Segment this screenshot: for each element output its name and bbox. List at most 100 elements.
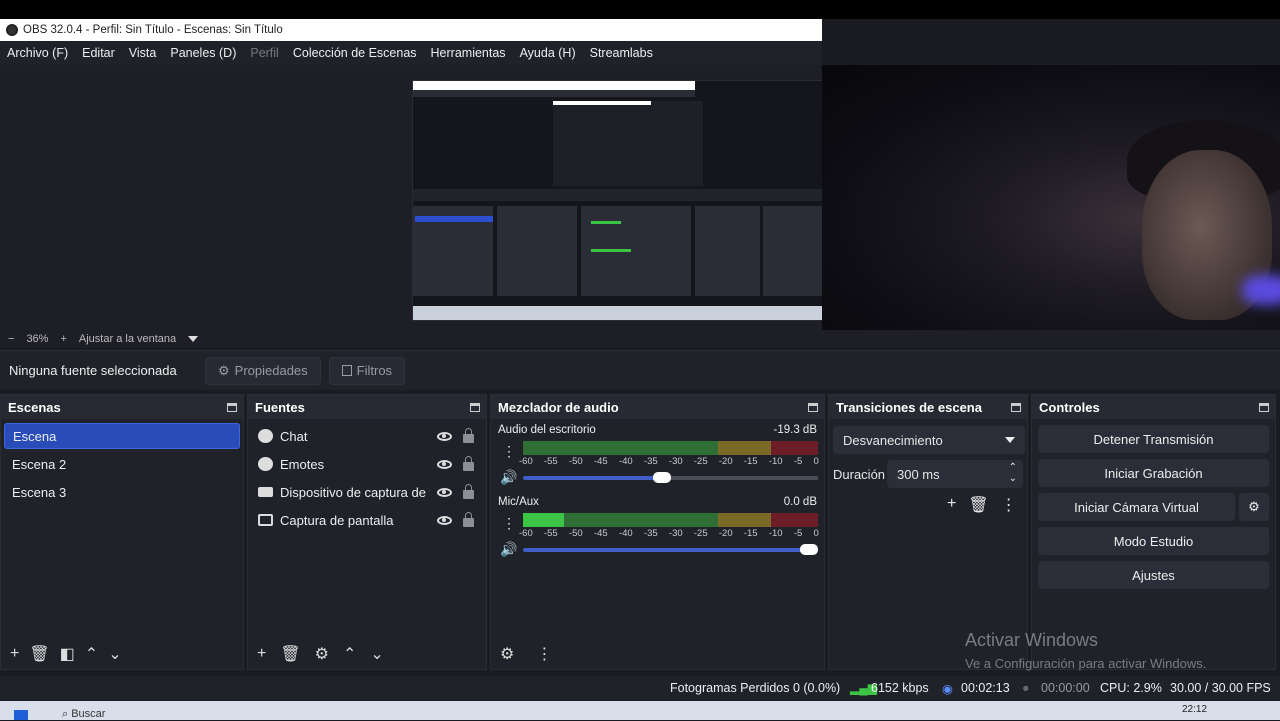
transition-select[interactable]: Desvanecimiento (833, 426, 1025, 454)
undock-icon[interactable] (227, 402, 237, 412)
remove-scene-icon[interactable]: 🗑 (29, 644, 49, 664)
gear-icon: ⚙ (218, 362, 230, 378)
move-down-icon[interactable]: ⌄ (370, 644, 383, 664)
speaker-icon[interactable]: 🔊 (500, 469, 517, 486)
preview-area[interactable] (0, 65, 1280, 345)
watermark-line1: Activar Windows (965, 630, 1099, 650)
track-name: Mic/Aux (498, 496, 539, 508)
windows-start-icon[interactable] (14, 710, 28, 720)
speaker-icon[interactable]: 🔊 (500, 541, 517, 558)
audio-settings-icon[interactable]: ⚙ (500, 644, 514, 664)
source-item[interactable]: Chat (248, 422, 486, 450)
track-menu-icon[interactable]: ⋮ (502, 515, 516, 532)
menu-editar[interactable]: Editar (82, 46, 115, 60)
scene-filters-icon[interactable]: ◧ (60, 644, 75, 664)
source-item[interactable]: Dispositivo de captura de vídeo (248, 478, 486, 506)
transition-selected: Desvanecimiento (843, 432, 943, 448)
sources-dock: Fuentes Chat Emotes Dispositivo de captu… (247, 394, 487, 670)
menu-coleccion[interactable]: Colección de Escenas (293, 46, 417, 60)
menu-archivo[interactable]: Archivo (F) (7, 46, 68, 60)
source-settings-icon[interactable]: ⚙ (315, 644, 329, 664)
add-scene-button[interactable]: + (10, 645, 19, 663)
settings-button[interactable]: Ajustes (1038, 561, 1269, 589)
undock-icon[interactable] (808, 402, 818, 412)
record-icon: ● (1022, 681, 1030, 695)
scenes-title: Escenas (8, 399, 61, 415)
properties-button[interactable]: ⚙ Propiedades (205, 356, 321, 385)
undock-icon[interactable] (1259, 402, 1269, 412)
filters-button[interactable]: Filtros (328, 356, 406, 385)
mixer-menu-icon[interactable]: ⋮ (536, 644, 552, 664)
lock-icon[interactable] (463, 484, 474, 499)
undock-icon[interactable] (470, 402, 480, 412)
remove-source-icon[interactable]: 🗑 (280, 644, 300, 664)
track-menu-icon[interactable]: ⋮ (502, 443, 516, 460)
menu-perfil: Perfil (250, 46, 279, 60)
windows-taskbar: ⌕ Buscar 22:12 (0, 701, 1280, 720)
remove-transition-icon[interactable]: 🗑 (968, 495, 988, 515)
lock-icon[interactable] (463, 428, 474, 443)
menu-paneles[interactable]: Paneles (D) (170, 46, 236, 60)
meter-tick-label: -15 (743, 528, 758, 539)
menu-herramientas[interactable]: Herramientas (431, 46, 506, 60)
browser-icon (258, 429, 273, 443)
move-up-icon[interactable]: ⌃ (85, 644, 98, 664)
menu-streamlabs[interactable]: Streamlabs (590, 46, 653, 60)
menu-bar: Archivo (F) Editar Vista Paneles (D) Per… (0, 41, 822, 65)
meter-tick-label: 0 (813, 528, 819, 539)
stop-streaming-button[interactable]: Detener Transmisión (1038, 425, 1269, 453)
visibility-icon[interactable] (437, 487, 452, 497)
stepper-icon[interactable]: ⌃ ⌄ (1009, 462, 1017, 484)
lock-icon[interactable] (463, 456, 474, 471)
source-item[interactable]: Captura de pantalla (248, 506, 486, 534)
track-db: -19.3 dB (773, 424, 817, 436)
meter-tick-label: -55 (543, 456, 558, 467)
meter-tick-label: -40 (618, 456, 633, 467)
add-source-button[interactable]: + (257, 645, 266, 663)
scene-item[interactable]: Escena (4, 423, 240, 449)
zoom-dropdown-icon[interactable] (188, 336, 199, 342)
studio-mode-button[interactable]: Modo Estudio (1038, 527, 1269, 555)
move-up-icon[interactable]: ⌃ (343, 644, 356, 664)
lock-icon[interactable] (463, 512, 474, 527)
status-bar: Fotogramas Perdidos 0 (0.0%) ▂▄▆ 6152 kb… (0, 676, 1280, 700)
source-item[interactable]: Emotes (248, 450, 486, 478)
move-down-icon[interactable]: ⌄ (108, 644, 121, 664)
visibility-icon[interactable] (437, 431, 452, 441)
meter-tick-label: -45 (593, 456, 608, 467)
meter-tick-label: -35 (643, 456, 658, 467)
menu-vista[interactable]: Vista (129, 46, 157, 60)
add-transition-button[interactable]: + (947, 495, 956, 515)
volume-meter (523, 441, 818, 455)
taskbar-search-label: Buscar (71, 708, 106, 720)
volume-slider[interactable] (523, 472, 818, 483)
window-title: OBS 32.0.4 - Perfil: Sin Título - Escena… (23, 24, 283, 36)
scene-item[interactable]: Escena 2 (4, 451, 240, 477)
start-recording-button[interactable]: Iniciar Grabación (1038, 459, 1269, 487)
virtual-camera-settings-icon[interactable]: ⚙ (1239, 493, 1269, 521)
zoom-in-button[interactable]: + (60, 333, 66, 345)
controls-dock: Controles Detener Transmisión Iniciar Gr… (1031, 394, 1276, 670)
menu-ayuda[interactable]: Ayuda (H) (520, 46, 576, 60)
obs-logo-icon (6, 24, 18, 36)
cpu-usage: CPU: 2.9% (1100, 681, 1162, 695)
meter-tick-label: -20 (718, 456, 733, 467)
undock-icon[interactable] (1011, 402, 1021, 412)
visibility-icon[interactable] (437, 459, 452, 469)
visibility-icon[interactable] (437, 515, 452, 525)
bitrate: 6152 kbps (871, 681, 929, 695)
transitions-title: Transiciones de escena (836, 399, 982, 415)
audio-mixer-dock: Mezclador de audio Audio del escritorio … (490, 394, 825, 670)
volume-slider[interactable] (523, 544, 818, 555)
start-virtual-camera-button[interactable]: Iniciar Cámara Virtual (1038, 493, 1235, 521)
transition-menu-icon[interactable]: ⋮ (1001, 495, 1017, 515)
scene-item[interactable]: Escena 3 (4, 479, 240, 505)
zoom-out-button[interactable]: − (8, 333, 14, 345)
mixer-track: Audio del escritorio -19.3 dB ⋮ -60 -55 -5… (491, 419, 824, 491)
taskbar-search[interactable]: ⌕ Buscar (62, 708, 105, 721)
fit-window-button[interactable]: Ajustar a la ventana (79, 333, 176, 345)
stream-time: 00:02:13 (961, 681, 1010, 695)
scene-label: Escena 3 (12, 484, 67, 500)
record-time: 00:00:00 (1041, 681, 1090, 695)
duration-input[interactable]: 300 ms ⌃ ⌄ (887, 460, 1023, 488)
